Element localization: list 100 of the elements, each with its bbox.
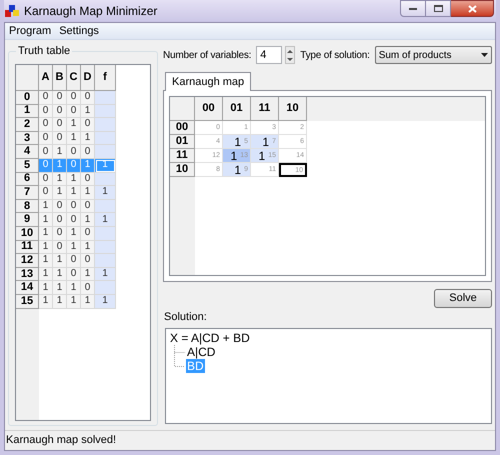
table-cell: 1	[39, 254, 53, 268]
row-header[interactable]: 7	[16, 186, 39, 200]
row-header[interactable]: 10	[16, 226, 39, 241]
field-label: Number of variables:	[163, 48, 252, 62]
row-header[interactable]: 12	[16, 254, 39, 268]
corner-header-cell	[16, 65, 39, 91]
minimize-button[interactable]	[400, 0, 426, 17]
table-cell: 1	[81, 132, 95, 146]
table-cell: 0	[39, 91, 53, 105]
tab[interactable]: Karnaugh map	[165, 72, 252, 91]
table-cell: 0	[39, 104, 53, 118]
table-cell	[95, 254, 116, 268]
row-header[interactable]: 1	[16, 104, 39, 118]
table-cell: 1	[53, 158, 67, 173]
table-cell: 1	[53, 268, 67, 282]
table-cell: 0	[39, 145, 53, 159]
column-header: 10	[279, 97, 307, 121]
table-cell: 0	[53, 226, 67, 241]
table-cell: 1	[67, 240, 81, 254]
row-header[interactable]: 5	[16, 158, 39, 173]
table-cell: 1	[53, 281, 67, 295]
table-cell: 1	[95, 213, 116, 227]
table-cell: 0	[81, 281, 95, 295]
row-header: 10	[170, 163, 195, 177]
table-cell	[95, 172, 116, 186]
row-header: 11	[170, 149, 195, 163]
table-cell: 0	[67, 268, 81, 282]
column-header: 01	[223, 97, 251, 121]
table-cell: 0	[67, 200, 81, 214]
maximize-button[interactable]	[426, 0, 451, 17]
row-header[interactable]: 0	[16, 91, 39, 105]
close-button[interactable]	[451, 0, 494, 17]
variables-field[interactable]: 4	[256, 46, 282, 64]
row-header[interactable]: 15	[16, 294, 39, 308]
cell-value: 1	[258, 150, 266, 162]
cell-value: 1	[262, 136, 270, 148]
solve-button[interactable]: Solve	[434, 289, 492, 308]
table-cell: 1	[53, 294, 67, 308]
row-header: 01	[170, 135, 195, 149]
table-cell: 1	[67, 132, 81, 146]
table-cell: 0	[81, 200, 95, 214]
table-cell: 0	[53, 240, 67, 254]
window-title: Karnaugh Map Minimizer	[24, 3, 158, 20]
solution-type-dropdown[interactable]: Sum of products	[374, 46, 492, 64]
table-cell: 1	[67, 118, 81, 132]
table-cell: 1	[39, 294, 53, 308]
row-header[interactable]: 3	[16, 132, 39, 146]
table-cell	[95, 200, 116, 214]
table-cell: 0	[81, 254, 95, 268]
table-cell: 0	[39, 158, 53, 173]
table-cell: 1	[81, 268, 95, 282]
table-cell: 0	[53, 213, 67, 227]
table-cell: 1	[95, 268, 116, 282]
table-cell	[95, 104, 116, 118]
row-header[interactable]: 13	[16, 268, 39, 282]
table-cell: 1	[81, 294, 95, 308]
table-cell: 1	[81, 158, 95, 173]
row-header[interactable]: 4	[16, 145, 39, 159]
table-cell: 0	[81, 118, 95, 132]
table-cell: 0	[53, 91, 67, 105]
table-cell: 0	[53, 132, 67, 146]
table-cell: 1	[39, 200, 53, 214]
row-header[interactable]: 2	[16, 118, 39, 132]
column-header: f	[95, 65, 116, 91]
tree-item[interactable]: X = A|CD + BD	[169, 330, 251, 344]
table-cell: 1	[39, 213, 53, 227]
table-cell: 0	[81, 145, 95, 159]
table-cell: 0	[53, 104, 67, 118]
table-cell: 1	[81, 104, 95, 118]
table-cell: 0	[67, 91, 81, 105]
table-cell: 1	[95, 186, 116, 200]
table-cell: 1	[53, 186, 67, 200]
table-cell: 0	[39, 132, 53, 146]
cell-value: 1	[234, 164, 242, 176]
table-cell: 1	[39, 281, 53, 295]
row-header[interactable]: 6	[16, 172, 39, 186]
row-header[interactable]: 11	[16, 240, 39, 254]
row-header[interactable]: 9	[16, 213, 39, 227]
column-header: A	[39, 65, 53, 91]
menu-item[interactable]: Settings	[55, 22, 103, 40]
table-cell: 0	[81, 172, 95, 186]
table-cell: 1	[81, 213, 95, 227]
table-cell: 1	[53, 172, 67, 186]
tree-item[interactable]: A|CD	[186, 344, 216, 358]
table-cell: 0	[53, 118, 67, 132]
table-cell	[95, 118, 116, 132]
row-header: 00	[170, 121, 195, 135]
column-header: 00	[195, 97, 223, 121]
column-header: D	[81, 65, 95, 91]
table-cell: 1	[53, 145, 67, 159]
table-cell: 1	[39, 240, 53, 254]
table-cell: 1	[81, 186, 95, 200]
table-cell: 0	[67, 158, 81, 173]
menu-item[interactable]: Program	[5, 22, 56, 40]
spin-buttons[interactable]	[285, 46, 296, 64]
row-header[interactable]: 8	[16, 200, 39, 214]
table-cell: 0	[67, 254, 81, 268]
cell-value: 1	[234, 136, 242, 148]
table-cell	[95, 132, 116, 146]
row-header[interactable]: 14	[16, 281, 39, 295]
